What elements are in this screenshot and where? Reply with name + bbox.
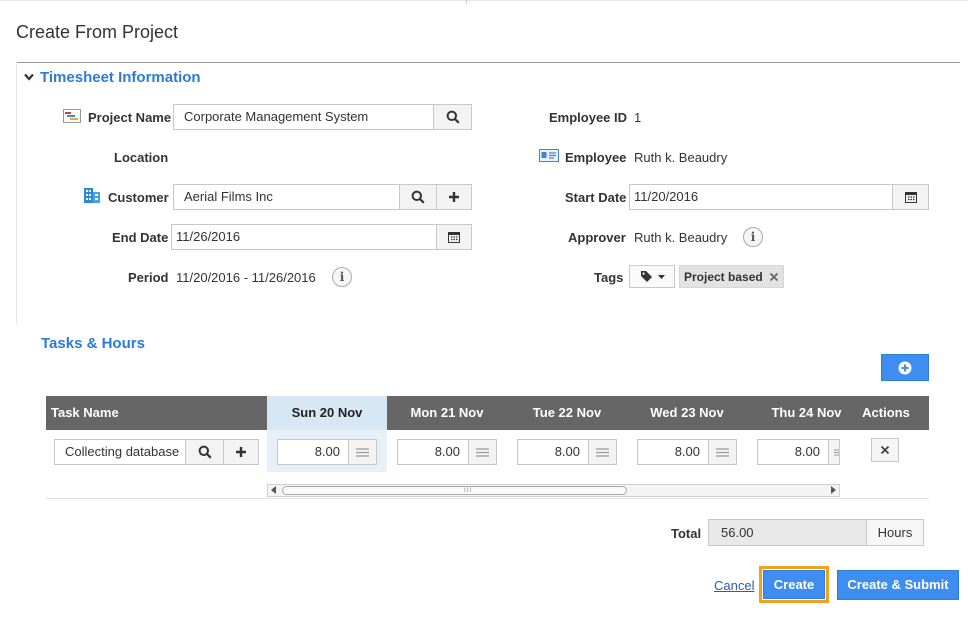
end-date-calendar-button[interactable] bbox=[436, 224, 472, 250]
chevron-down-icon bbox=[24, 73, 34, 81]
create-submit-button[interactable]: Create & Submit bbox=[837, 570, 959, 600]
add-circle-icon bbox=[898, 361, 912, 374]
scroll-left-arrow[interactable] bbox=[271, 486, 276, 494]
start-date-calendar-button[interactable] bbox=[892, 184, 929, 210]
close-icon bbox=[880, 445, 890, 455]
search-icon bbox=[198, 445, 212, 459]
col-tue: Tue 22 Nov bbox=[532, 405, 602, 420]
col-sun: Sun 20 Nov bbox=[267, 396, 387, 430]
hours-sun-input[interactable]: 8.00 bbox=[277, 439, 349, 465]
lines-icon bbox=[716, 447, 729, 457]
task-name-input[interactable]: Collecting database bbox=[54, 439, 186, 465]
hours-tue-notes-button[interactable] bbox=[588, 439, 617, 465]
col-mon: Mon 21 Nov bbox=[410, 405, 484, 420]
project-icon bbox=[63, 109, 81, 123]
hours-wed-input[interactable]: 8.00 bbox=[637, 439, 709, 465]
hours-wed-notes-button[interactable] bbox=[708, 439, 737, 465]
task-search-button[interactable] bbox=[185, 439, 224, 465]
approver-info-icon[interactable]: i bbox=[743, 227, 763, 247]
hours-tue-input[interactable]: 8.00 bbox=[517, 439, 589, 465]
cancel-link[interactable]: Cancel bbox=[714, 578, 754, 593]
hours-thu-input[interactable]: 8.00 bbox=[757, 439, 829, 465]
table-bottom-divider bbox=[46, 498, 929, 499]
timesheet-info-header[interactable]: Timesheet Information bbox=[24, 67, 201, 87]
tasks-hours-title: Tasks & Hours bbox=[41, 335, 145, 352]
col-actions: Actions bbox=[862, 405, 910, 420]
calendar-icon bbox=[448, 232, 460, 243]
end-date-label: End Date bbox=[112, 230, 169, 245]
approver-value: Ruth k. Beaudry bbox=[634, 230, 728, 245]
tag-dropdown-button[interactable] bbox=[629, 265, 675, 288]
employee-card-icon bbox=[539, 149, 559, 162]
section-title: Timesheet Information bbox=[40, 68, 201, 86]
project-search-button[interactable] bbox=[433, 104, 472, 130]
col-thu: Thu 24 Nov bbox=[771, 405, 842, 420]
lines-icon bbox=[596, 447, 609, 457]
project-name-input[interactable]: Corporate Management System bbox=[173, 104, 434, 130]
hours-mon-notes-button[interactable] bbox=[468, 439, 497, 465]
col-task-name: Task Name bbox=[51, 405, 119, 420]
approver-label: Approver bbox=[568, 230, 626, 245]
total-value: 56.00 bbox=[708, 519, 867, 546]
tag-icon bbox=[640, 271, 652, 282]
period-label: Period bbox=[128, 270, 169, 285]
top-notch bbox=[466, 0, 467, 4]
plus-icon bbox=[449, 192, 459, 202]
lines-icon bbox=[834, 449, 839, 455]
scroll-right-arrow[interactable] bbox=[831, 486, 836, 494]
customer-search-button[interactable] bbox=[399, 184, 437, 210]
caret-down-icon bbox=[657, 274, 665, 279]
tag-chip-label: Project based bbox=[684, 269, 763, 284]
top-border bbox=[0, 0, 968, 1]
hours-mon-input[interactable]: 8.00 bbox=[397, 439, 469, 465]
horizontal-scrollbar[interactable]: III bbox=[267, 484, 840, 497]
section-left-border bbox=[16, 62, 17, 324]
calendar-icon bbox=[904, 192, 917, 203]
col-wed: Wed 23 Nov bbox=[650, 405, 724, 420]
tag-chip: Project based bbox=[679, 265, 784, 288]
task-add-button[interactable] bbox=[223, 439, 259, 465]
location-label: Location bbox=[114, 150, 169, 165]
customer-building-icon bbox=[84, 188, 100, 203]
delete-row-button[interactable] bbox=[871, 438, 899, 462]
plus-icon bbox=[236, 447, 246, 457]
project-name-label: Project Name bbox=[88, 110, 172, 125]
employee-id-value: 1 bbox=[634, 110, 642, 125]
search-icon bbox=[411, 190, 425, 204]
customer-add-button[interactable] bbox=[436, 184, 472, 210]
total-label: Total bbox=[671, 526, 702, 541]
hours-sun-notes-button[interactable] bbox=[348, 439, 377, 465]
tags-label: Tags bbox=[594, 270, 624, 285]
end-date-input[interactable]: 11/26/2016 bbox=[171, 224, 437, 250]
lines-icon bbox=[356, 447, 369, 457]
hours-thu-notes-button[interactable] bbox=[828, 439, 840, 465]
employee-id-label: Employee ID bbox=[549, 110, 628, 125]
close-icon[interactable] bbox=[769, 272, 779, 282]
scrollbar-grip: III bbox=[464, 488, 473, 494]
period-value: 11/20/2016 - 11/26/2016 bbox=[176, 270, 316, 285]
customer-label: Customer bbox=[108, 190, 169, 205]
create-button[interactable]: Create bbox=[763, 570, 825, 599]
search-icon bbox=[446, 110, 460, 124]
total-unit: Hours bbox=[866, 519, 924, 546]
scrollbar-thumb[interactable]: III bbox=[282, 486, 627, 495]
dialog-title: Create From Project bbox=[16, 22, 179, 42]
employee-label: Employee bbox=[565, 150, 627, 165]
add-task-row-button[interactable] bbox=[881, 354, 929, 381]
section-divider bbox=[16, 62, 960, 63]
start-date-input[interactable]: 11/20/2016 bbox=[629, 184, 893, 210]
lines-icon bbox=[476, 447, 489, 457]
employee-value: Ruth k. Beaudry bbox=[634, 150, 728, 165]
start-date-label: Start Date bbox=[565, 190, 627, 205]
period-info-icon[interactable]: i bbox=[332, 267, 352, 287]
customer-input[interactable]: Aerial Films Inc bbox=[173, 184, 400, 210]
